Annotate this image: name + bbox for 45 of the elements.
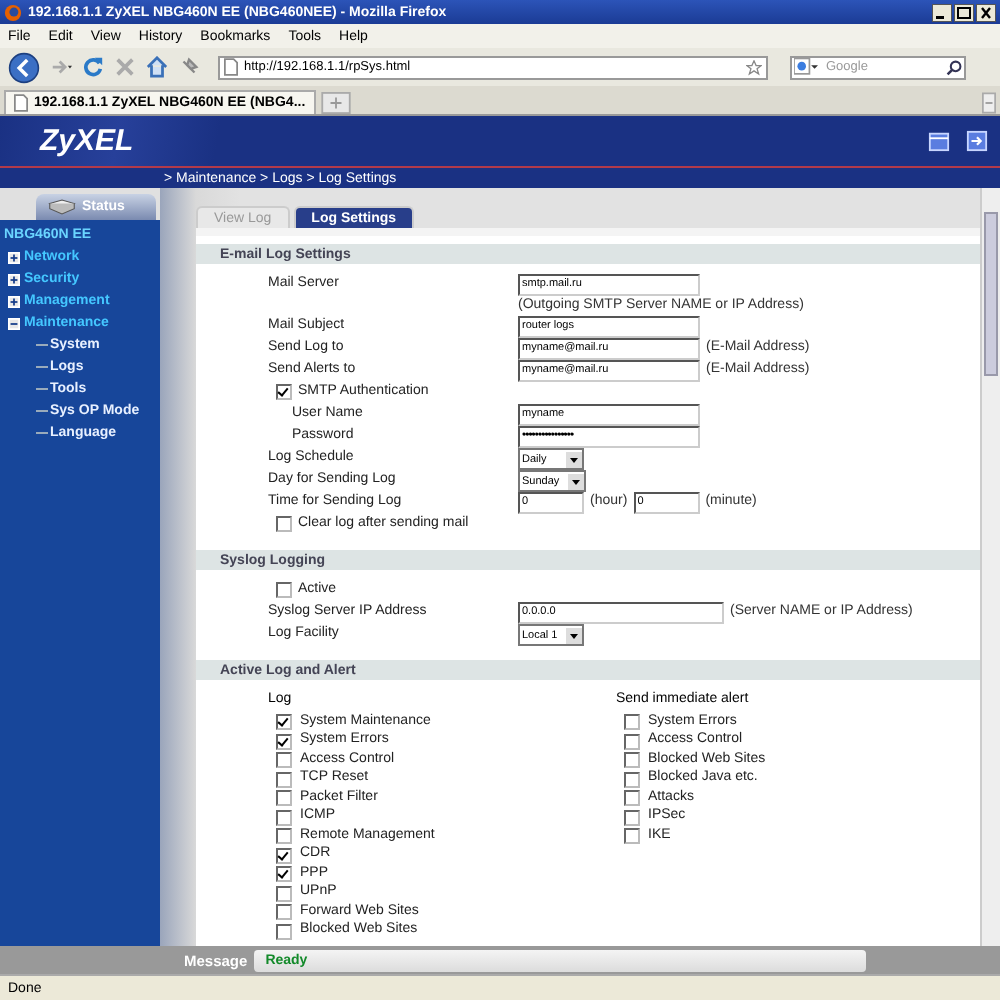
checkbox[interactable] (276, 904, 292, 921)
checkbox[interactable] (624, 809, 640, 826)
checkbox[interactable] (624, 790, 640, 807)
reload-icon[interactable] (82, 56, 104, 78)
expander-icon[interactable] (8, 251, 20, 263)
checkbox[interactable] (276, 771, 292, 788)
checkbox[interactable] (624, 828, 640, 845)
home-icon[interactable] (146, 56, 168, 78)
checkbox[interactable] (276, 923, 292, 940)
checkbox[interactable] (276, 885, 292, 902)
caret-icon (567, 473, 584, 489)
maximize-icon[interactable] (954, 3, 974, 21)
expander-icon[interactable] (8, 295, 20, 307)
expander-icon[interactable] (8, 273, 20, 285)
checkbox[interactable] (624, 714, 640, 731)
checkbox[interactable] (276, 847, 292, 864)
star-icon[interactable] (746, 59, 762, 75)
checkbox[interactable] (624, 752, 640, 769)
browser-logo-icon (4, 3, 22, 21)
caret-icon (566, 451, 582, 467)
caret-icon (566, 627, 582, 643)
checkbox[interactable] (276, 790, 292, 807)
checkbox[interactable] (276, 733, 292, 750)
close-icon[interactable] (976, 3, 996, 21)
checkbox[interactable] (624, 771, 640, 788)
checkbox[interactable] (276, 582, 292, 598)
minimize-icon[interactable] (932, 3, 952, 21)
page-icon (224, 58, 238, 76)
checkbox[interactable] (276, 809, 292, 826)
search-icon[interactable] (946, 59, 962, 75)
logo: ZyXEL (40, 124, 134, 158)
checkbox[interactable] (624, 733, 640, 750)
page-icon (14, 94, 28, 112)
back-icon[interactable] (8, 51, 40, 83)
scrollbar[interactable] (980, 188, 1000, 946)
checkbox[interactable] (276, 752, 292, 769)
checkbox[interactable] (276, 516, 292, 532)
search-engine-icon[interactable] (794, 58, 818, 76)
exit-icon[interactable] (966, 130, 988, 152)
checkbox[interactable] (276, 714, 292, 731)
calendar-icon[interactable] (928, 130, 950, 152)
checkbox[interactable] (276, 384, 292, 400)
expander-icon[interactable] (8, 317, 20, 329)
checkbox[interactable] (276, 866, 292, 883)
checkbox[interactable] (276, 828, 292, 845)
